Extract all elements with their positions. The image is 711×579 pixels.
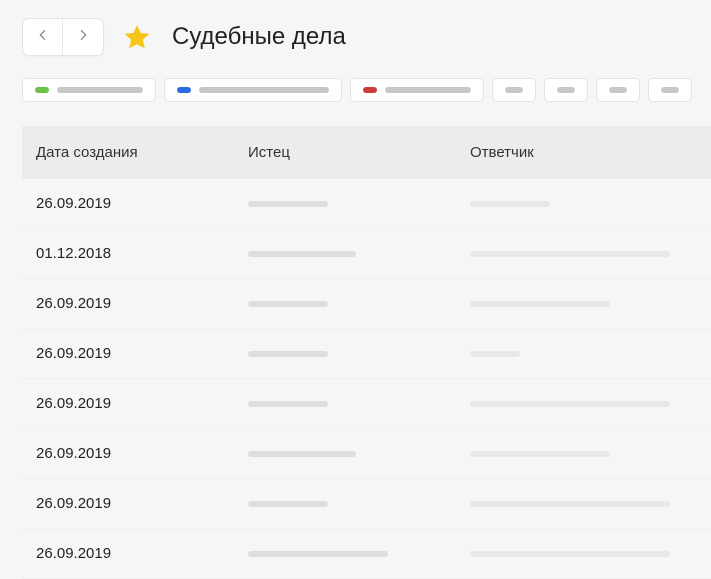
cell-defendant xyxy=(470,201,711,207)
cell-created: 26.09.2019 xyxy=(36,495,248,512)
table-row[interactable]: 26.09.2019 xyxy=(22,279,711,329)
placeholder-bar xyxy=(248,551,388,557)
table-row[interactable]: 26.09.2019 xyxy=(22,429,711,479)
cell-plaintiff xyxy=(248,551,470,557)
filter-label-placeholder xyxy=(199,87,329,93)
favorite-star-icon[interactable] xyxy=(122,22,152,52)
cell-defendant xyxy=(470,501,711,507)
filter-chip[interactable] xyxy=(22,78,156,102)
col-header-created[interactable]: Дата создания xyxy=(36,144,248,161)
table-row[interactable]: 26.09.2019 xyxy=(22,179,711,229)
cell-defendant xyxy=(470,551,711,557)
col-header-plaintiff[interactable]: Истец xyxy=(248,144,470,161)
placeholder-bar xyxy=(470,351,520,357)
placeholder-bar xyxy=(248,201,328,207)
filter-chip[interactable] xyxy=(350,78,484,102)
status-dot-icon xyxy=(363,87,377,93)
arrow-left-icon xyxy=(35,27,51,48)
placeholder-bar xyxy=(470,551,670,557)
placeholder-bar xyxy=(248,401,328,407)
nav-back-button[interactable] xyxy=(23,19,63,55)
table: Дата создания Истец Ответчик Н 26.09.201… xyxy=(0,126,711,579)
table-row[interactable]: 26.09.2019 xyxy=(22,329,711,379)
placeholder-bar xyxy=(248,451,356,457)
cell-created: 26.09.2019 xyxy=(36,395,248,412)
filter-label-placeholder xyxy=(609,87,627,93)
filter-chip[interactable] xyxy=(492,78,536,102)
cell-defendant xyxy=(470,301,711,307)
filter-chip[interactable] xyxy=(648,78,692,102)
header-bar: Судебные дела xyxy=(0,0,711,78)
filter-label-placeholder xyxy=(557,87,575,93)
cell-defendant xyxy=(470,251,711,257)
filter-chip[interactable] xyxy=(164,78,342,102)
placeholder-bar xyxy=(470,251,670,257)
cell-plaintiff xyxy=(248,401,470,407)
cell-defendant xyxy=(470,401,711,407)
status-dot-icon xyxy=(35,87,49,93)
cell-created: 26.09.2019 xyxy=(36,295,248,312)
cell-created: 01.12.2018 xyxy=(36,245,248,262)
placeholder-bar xyxy=(470,201,550,207)
cell-created: 26.09.2019 xyxy=(36,345,248,362)
filter-chip[interactable] xyxy=(544,78,588,102)
cell-plaintiff xyxy=(248,451,470,457)
filter-label-placeholder xyxy=(385,87,471,93)
placeholder-bar xyxy=(470,501,670,507)
col-header-defendant[interactable]: Ответчик xyxy=(470,144,711,161)
table-row[interactable]: 26.09.2019 xyxy=(22,379,711,429)
page-title: Судебные дела xyxy=(172,23,346,51)
filter-chip[interactable] xyxy=(596,78,640,102)
cell-plaintiff xyxy=(248,251,470,257)
filter-label-placeholder xyxy=(505,87,523,93)
placeholder-bar xyxy=(470,401,670,407)
placeholder-bar xyxy=(248,501,328,507)
status-dot-icon xyxy=(177,87,191,93)
nav-forward-button[interactable] xyxy=(63,19,103,55)
table-body: 26.09.2019 01.12.2018 26.09.2019 26.09.2019… xyxy=(22,179,711,579)
cell-plaintiff xyxy=(248,351,470,357)
cell-created: 26.09.2019 xyxy=(36,195,248,212)
placeholder-bar xyxy=(248,301,328,307)
filter-row xyxy=(0,78,711,126)
table-header: Дата создания Истец Ответчик Н xyxy=(22,126,711,179)
placeholder-bar xyxy=(470,451,610,457)
cell-plaintiff xyxy=(248,201,470,207)
cell-plaintiff xyxy=(248,501,470,507)
placeholder-bar xyxy=(470,301,610,307)
placeholder-bar xyxy=(248,251,356,257)
table-row[interactable]: 01.12.2018 xyxy=(22,229,711,279)
cell-created: 26.09.2019 xyxy=(36,445,248,462)
table-row[interactable]: 26.09.2019 xyxy=(22,529,711,579)
cell-defendant xyxy=(470,351,711,357)
table-row[interactable]: 26.09.2019 xyxy=(22,479,711,529)
arrow-right-icon xyxy=(75,27,91,48)
filter-label-placeholder xyxy=(57,87,143,93)
filter-label-placeholder xyxy=(661,87,679,93)
cell-defendant xyxy=(470,451,711,457)
placeholder-bar xyxy=(248,351,328,357)
cell-plaintiff xyxy=(248,301,470,307)
cell-created: 26.09.2019 xyxy=(36,545,248,562)
nav-group xyxy=(22,18,104,56)
